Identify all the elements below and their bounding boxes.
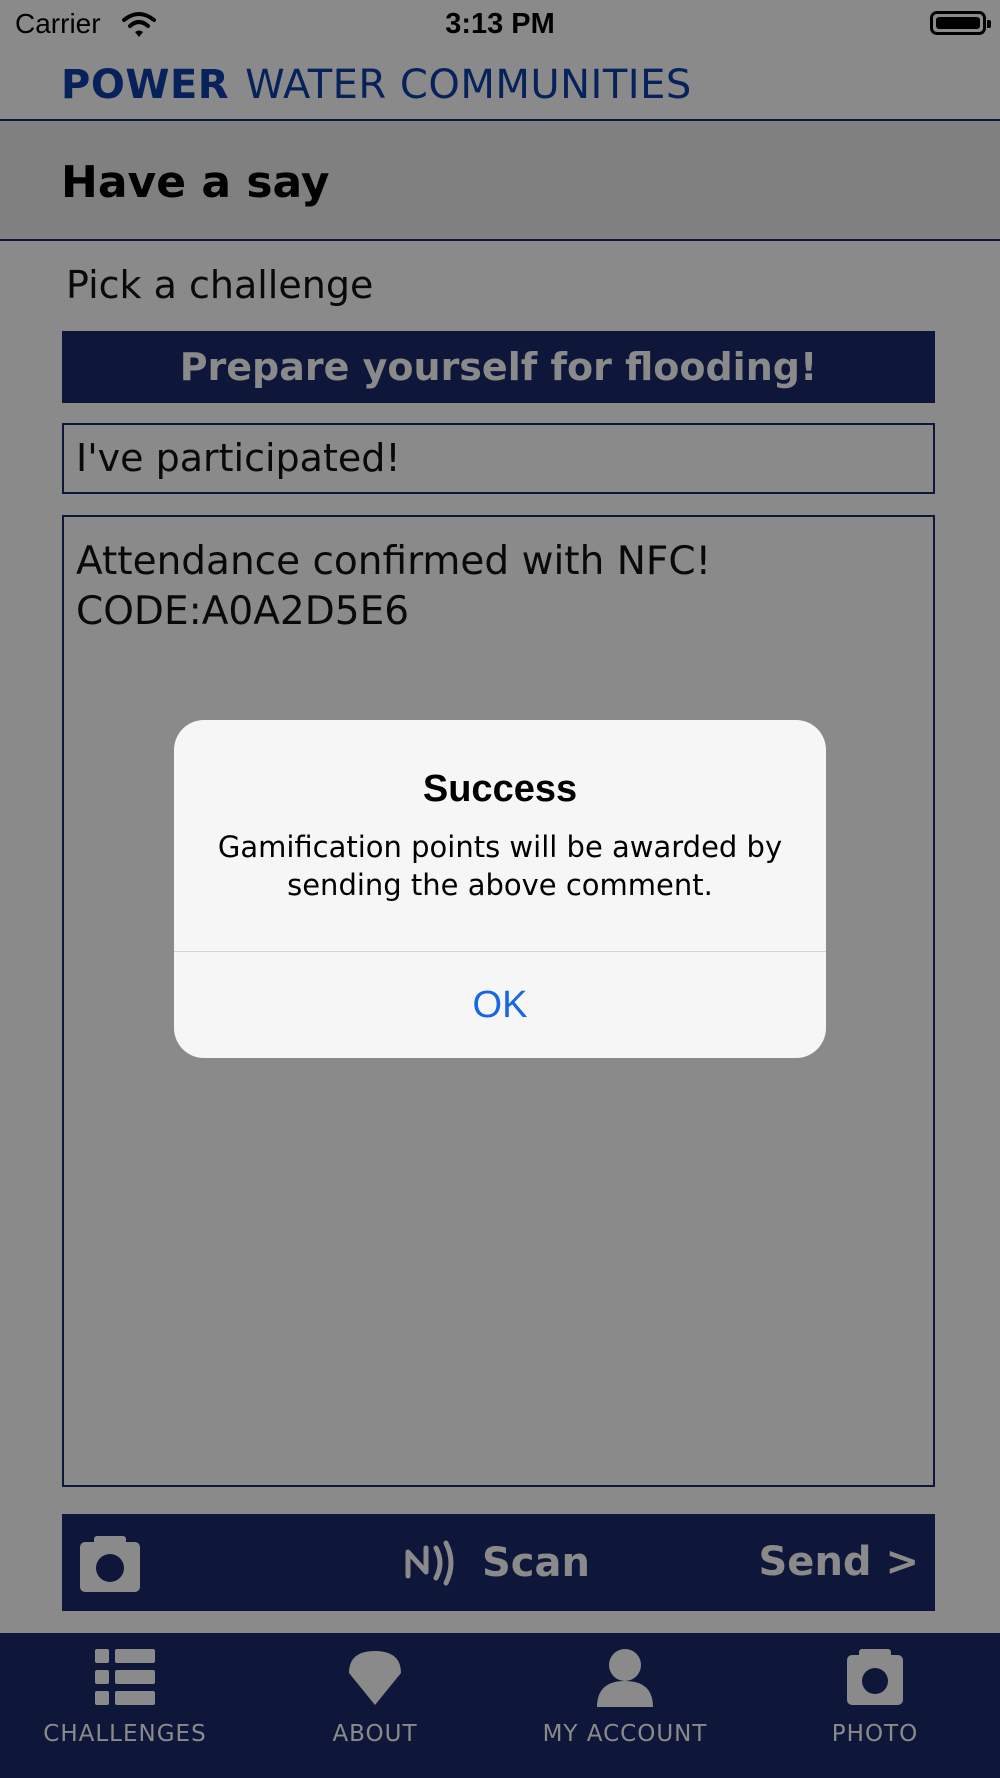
alert-message: Gamification points will be awarded by s… <box>217 830 783 902</box>
success-alert: Success Gamification points will be awar… <box>174 720 826 1058</box>
ok-button[interactable]: OK <box>174 952 826 1058</box>
alert-title: Success <box>422 768 578 810</box>
